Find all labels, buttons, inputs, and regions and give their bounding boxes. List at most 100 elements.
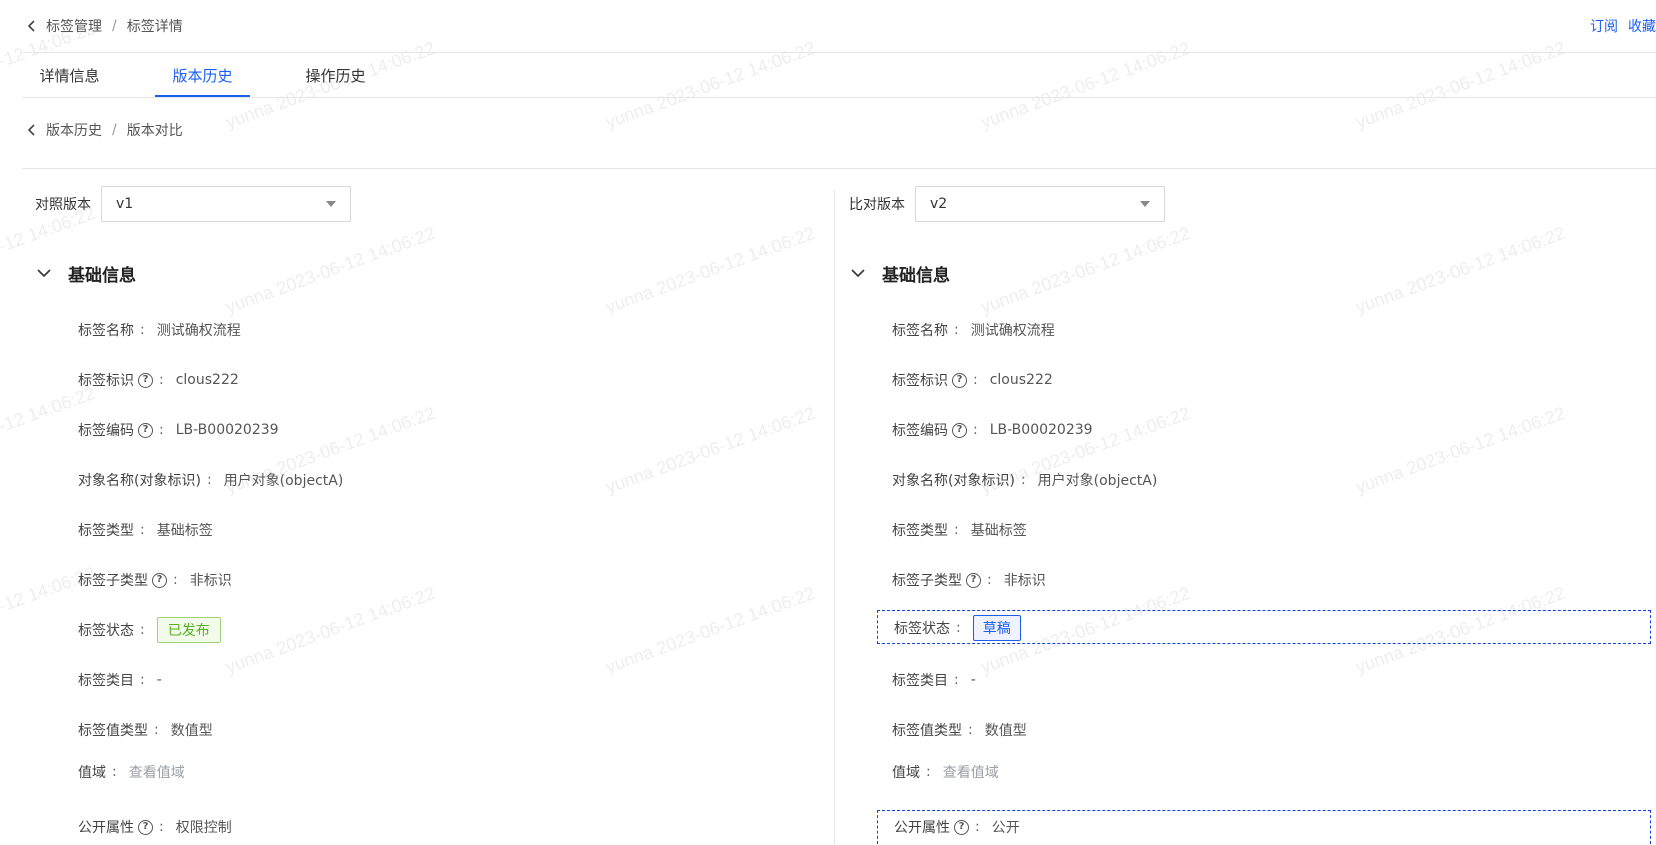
baseline-version-value: v1 — [116, 196, 134, 212]
watermark: yunna 2023-06-12 14:06:22 — [978, 222, 1193, 318]
baseline-version-panel: 对照版本 v1 — [22, 170, 782, 222]
question-circle-icon[interactable]: ? — [152, 572, 167, 588]
chevron-left-icon[interactable] — [22, 120, 42, 140]
field-value: 基础标签 — [156, 523, 213, 539]
chevron-down-icon[interactable] — [848, 263, 868, 283]
field-tag-type: 标签类型: 基础标签 — [892, 522, 1027, 539]
field-label: 标签状态 — [78, 623, 134, 639]
tabs-divider — [22, 97, 1656, 98]
compare-section-header[interactable]: 基础信息 — [848, 258, 950, 288]
watermark: yunna 2023-06-12 14:06:22 — [223, 582, 438, 678]
field-value: 测试确权流程 — [156, 323, 241, 339]
header-actions: 订阅 收藏 — [1590, 0, 1656, 52]
tab-version-history[interactable]: 版本历史 — [155, 53, 250, 97]
field-label: 标签编码 — [892, 423, 948, 439]
caret-down-icon — [326, 201, 336, 207]
field-value: 公开 — [991, 820, 1020, 836]
question-circle-icon[interactable]: ? — [966, 572, 981, 588]
field-tag-name: 标签名称: 测试确权流程 — [78, 322, 241, 339]
field-tag-code: 标签编码?: LB-B00020239 — [892, 422, 1093, 439]
watermark: yunna 2023-06-12 14:06:22 — [603, 402, 818, 498]
field-label: 标签标识 — [892, 373, 948, 389]
version-breadcrumb: 版本历史 / 版本对比 — [22, 115, 183, 145]
breadcrumb-version-history[interactable]: 版本历史 — [46, 120, 102, 140]
field-label: 标签类型 — [78, 523, 134, 539]
compare-version-select[interactable]: v2 — [915, 186, 1165, 222]
field-label: 标签名称 — [892, 323, 948, 339]
field-value: 用户对象(objectA) — [223, 473, 344, 489]
watermark: yunna 2023-06-12 14:06:22 — [1353, 402, 1568, 498]
field-value: LB-B00020239 — [175, 422, 279, 438]
field-value: 基础标签 — [970, 523, 1027, 539]
field-object-name: 对象名称(对象标识): 用户对象(objectA) — [78, 472, 344, 489]
field-value-domain: 值域: 查看值域 — [892, 762, 999, 782]
field-label: 标签类目 — [892, 673, 948, 689]
field-value: 非标识 — [1003, 573, 1046, 589]
field-object-name: 对象名称(对象标识): 用户对象(objectA) — [892, 472, 1158, 489]
question-circle-icon[interactable]: ? — [954, 819, 969, 835]
compare-version-panel: 比对版本 v2 — [836, 170, 1656, 222]
compare-version-row: 比对版本 v2 — [836, 186, 1656, 222]
field-value: 测试确权流程 — [970, 323, 1055, 339]
watermark: yunna 2023-06-12 14:06:22 — [223, 222, 438, 318]
field-label: 标签值类型 — [78, 723, 148, 739]
field-label: 公开属性 — [78, 820, 134, 836]
field-value-type: 标签值类型: 数值型 — [892, 722, 1027, 739]
field-label: 标签类目 — [78, 673, 134, 689]
question-circle-icon[interactable]: ? — [138, 422, 153, 438]
field-label: 标签子类型 — [78, 573, 148, 589]
question-circle-icon[interactable]: ? — [952, 372, 967, 388]
favorite-link[interactable]: 收藏 — [1628, 16, 1656, 36]
breadcrumb-tag-management[interactable]: 标签管理 — [46, 16, 102, 36]
baseline-section-header[interactable]: 基础信息 — [34, 258, 136, 288]
field-label: 标签状态 — [894, 621, 950, 637]
status-badge-published: 已发布 — [156, 617, 221, 643]
question-circle-icon[interactable]: ? — [138, 819, 153, 835]
field-tag-name: 标签名称: 测试确权流程 — [892, 322, 1055, 339]
field-value-domain: 值域: 查看值域 — [78, 762, 185, 782]
field-label: 标签值类型 — [892, 723, 962, 739]
field-tag-category: 标签类目: - — [892, 672, 976, 689]
field-value: 非标识 — [189, 573, 232, 589]
field-tag-code: 标签编码?: LB-B00020239 — [78, 422, 279, 439]
field-tag-ident: 标签标识?: clous222 — [892, 372, 1053, 389]
field-public-attr: 公开属性?: 权限控制 — [78, 819, 232, 836]
field-label: 标签子类型 — [892, 573, 962, 589]
watermark: yunna 2023-06-12 14:06:22 — [603, 222, 818, 318]
breadcrumb-separator: / — [112, 18, 117, 34]
baseline-version-label: 对照版本 — [35, 197, 91, 213]
field-label: 标签类型 — [892, 523, 948, 539]
baseline-version-row: 对照版本 v1 — [22, 186, 782, 222]
field-label: 值域 — [78, 765, 106, 781]
field-tag-category: 标签类目: - — [78, 672, 162, 689]
view-value-domain-link[interactable]: 查看值域 — [129, 762, 185, 782]
field-tag-ident: 标签标识?: clous222 — [78, 372, 239, 389]
question-circle-icon[interactable]: ? — [138, 372, 153, 388]
breadcrumb-version-compare: 版本对比 — [126, 123, 183, 139]
tab-operation-history[interactable]: 操作历史 — [288, 53, 383, 97]
field-tag-type: 标签类型: 基础标签 — [78, 522, 213, 539]
compare-version-label: 比对版本 — [849, 197, 905, 213]
watermark: yunna 2023-06-12 14:06:22 — [603, 582, 818, 678]
chevron-left-icon[interactable] — [22, 16, 42, 36]
field-tag-status: 标签状态: 已发布 — [78, 615, 221, 645]
field-label: 标签编码 — [78, 423, 134, 439]
watermark: yunna 2023-06-12 14:06:22 — [1353, 222, 1568, 318]
question-circle-icon[interactable]: ? — [952, 422, 967, 438]
baseline-version-select[interactable]: v1 — [101, 186, 351, 222]
field-label: 对象名称(对象标识) — [892, 473, 1015, 489]
section-title: 基础信息 — [68, 265, 136, 286]
view-value-domain-link[interactable]: 查看值域 — [943, 762, 999, 782]
chevron-down-icon[interactable] — [34, 263, 54, 283]
field-value: 数值型 — [170, 723, 213, 739]
breadcrumb-separator: / — [112, 122, 117, 138]
field-value-type: 标签值类型: 数值型 — [78, 722, 213, 739]
subscribe-link[interactable]: 订阅 — [1590, 16, 1618, 36]
field-label: 值域 — [892, 765, 920, 781]
field-value: LB-B00020239 — [989, 422, 1093, 438]
field-public-attr: 公开属性?: 公开 — [894, 819, 1020, 836]
field-value: 用户对象(objectA) — [1037, 473, 1158, 489]
top-bar: 标签管理 / 标签详情 订阅 收藏 — [22, 0, 1656, 52]
tab-details[interactable]: 详情信息 — [22, 53, 117, 97]
field-label: 公开属性 — [894, 820, 950, 836]
